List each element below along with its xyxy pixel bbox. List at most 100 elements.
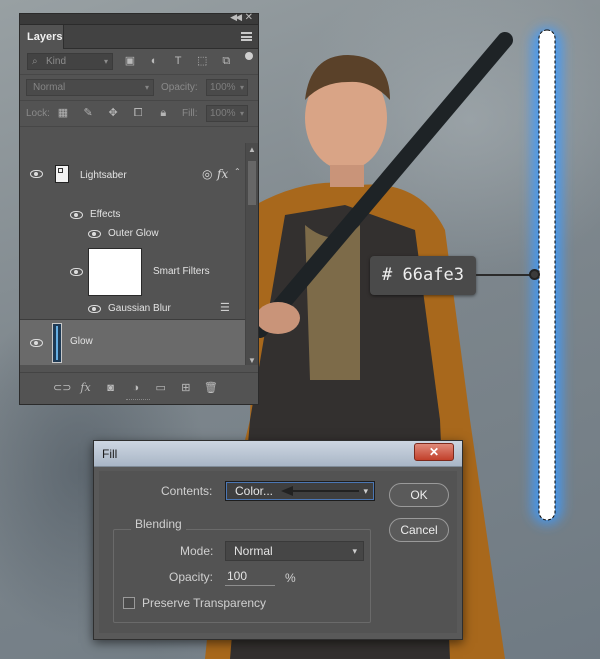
close-dialog-button[interactable]: ✕ bbox=[414, 443, 454, 461]
hand bbox=[256, 302, 300, 334]
shape-filter-icon[interactable]: ⬚ bbox=[195, 54, 209, 68]
layer-name: Glow bbox=[70, 336, 93, 347]
color-hex-callout: # 66afe3 bbox=[370, 256, 476, 295]
type-filter-icon[interactable]: T bbox=[171, 54, 185, 68]
blend-mode-select[interactable]: Normal ▾ bbox=[26, 79, 154, 96]
layer-opacity-field[interactable]: 100% ▾ bbox=[206, 79, 248, 96]
lock-transparent-icon[interactable]: ▦ bbox=[56, 106, 70, 120]
opacity-input[interactable]: 100 bbox=[225, 568, 275, 586]
layers-panel: ◀◀ ✕ Layers ⌕ Kind ▾ ▣ ◐ T ⬚ ⧉ Normal ▾ … bbox=[19, 12, 259, 405]
blade-core bbox=[538, 29, 556, 521]
dialog-title: Fill bbox=[102, 447, 118, 461]
mode-select[interactable]: Normal ▾ bbox=[225, 541, 364, 561]
link-layers-icon[interactable]: ⊂⊃ bbox=[53, 381, 71, 395]
preserve-transparency-label[interactable]: Preserve Transparency bbox=[142, 596, 266, 610]
effect-name: Outer Glow bbox=[108, 228, 159, 239]
contents-select[interactable]: Color... ▾ bbox=[225, 481, 375, 501]
smart-filters-label: Smart Filters bbox=[153, 266, 210, 277]
opacity-label: Opacity: bbox=[161, 82, 198, 93]
visibility-eye-icon[interactable] bbox=[70, 268, 83, 276]
glow-preview bbox=[56, 326, 58, 360]
panel-tab-row: Layers bbox=[20, 25, 258, 49]
chevron-down-icon: ▾ bbox=[144, 83, 149, 92]
smart-object-filter-icon[interactable]: ⧉ bbox=[219, 54, 233, 68]
neck bbox=[330, 165, 364, 187]
cancel-button[interactable]: Cancel bbox=[389, 518, 449, 542]
visibility-eye-icon[interactable] bbox=[30, 170, 43, 178]
new-adjustment-icon[interactable]: ◑ bbox=[128, 381, 143, 395]
mode-value: Normal bbox=[234, 544, 273, 558]
resize-grip[interactable] bbox=[126, 399, 150, 402]
pointer-arrow-icon bbox=[281, 486, 359, 496]
close-panel-icon[interactable]: ✕ bbox=[245, 12, 253, 23]
filter-row: ⌕ Kind ▾ ▣ ◐ T ⬚ ⧉ bbox=[20, 49, 258, 75]
lock-label: Lock: bbox=[26, 108, 50, 119]
layer-fill-field[interactable]: 100% ▾ bbox=[206, 105, 248, 122]
search-icon: ⌕ bbox=[32, 56, 38, 67]
layer-scrollbar[interactable]: ▲ ▼ bbox=[245, 143, 258, 365]
lock-artboard-icon[interactable]: ⧠ bbox=[131, 106, 145, 120]
dialog-titlebar[interactable]: Fill ✕ bbox=[94, 441, 462, 467]
smart-object-badge-icon bbox=[58, 168, 63, 173]
layer-fill-value: 100% bbox=[210, 108, 236, 119]
visibility-eye-icon[interactable] bbox=[88, 305, 101, 313]
lock-all-icon[interactable]: 🔒︎ bbox=[156, 106, 170, 120]
layer-opacity-value: 100% bbox=[210, 82, 236, 93]
add-mask-icon[interactable]: ◙ bbox=[103, 381, 118, 395]
visibility-eye-icon[interactable] bbox=[30, 339, 43, 347]
layer-row-lightsaber[interactable]: Lightsaber ◎ fx ⌃ bbox=[20, 143, 246, 206]
blend-mode-value: Normal bbox=[33, 82, 66, 93]
new-layer-icon[interactable]: ⊞ bbox=[178, 381, 193, 395]
layer-row-effects[interactable]: Effects bbox=[20, 206, 246, 225]
preserve-transparency-checkbox[interactable] bbox=[123, 597, 135, 609]
mode-label: Mode: bbox=[180, 544, 214, 558]
chevron-down-icon: ▾ bbox=[103, 57, 108, 66]
panel-menu-icon[interactable] bbox=[241, 32, 252, 41]
lock-icons: ▦ ✎ ✥ ⧠ 🔒︎ bbox=[56, 106, 178, 120]
contents-value: Color... bbox=[235, 484, 274, 498]
smart-filter-icon[interactable]: ◎ bbox=[202, 167, 212, 181]
panel-title-strip: ◀◀ ✕ bbox=[20, 12, 258, 25]
lock-row: Lock: ▦ ✎ ✥ ⧠ 🔒︎ Fill: 100% ▾ bbox=[20, 101, 258, 127]
dialog-body: Contents: Color... ▾ Blending Mode: Norm… bbox=[99, 471, 457, 633]
pixel-filter-icon[interactable]: ▣ bbox=[123, 54, 137, 68]
callout-leader-line bbox=[476, 274, 532, 276]
layer-list: Lightsaber ◎ fx ⌃ Effects Outer Glow Sma… bbox=[20, 143, 246, 365]
visibility-eye-icon[interactable] bbox=[88, 230, 101, 238]
scroll-up-icon[interactable]: ▲ bbox=[248, 145, 256, 154]
adjustment-filter-icon[interactable]: ◐ bbox=[147, 54, 161, 68]
expand-effects-icon[interactable]: ⌃ bbox=[234, 167, 241, 176]
fill-label: Fill: bbox=[182, 108, 198, 119]
layer-thumbnail bbox=[52, 323, 62, 363]
effects-label: Effects bbox=[90, 209, 121, 220]
kind-filter-value: Kind bbox=[46, 56, 67, 67]
fx-icon[interactable]: fx bbox=[217, 167, 228, 181]
contents-label: Contents: bbox=[161, 484, 213, 498]
filter-blending-options-icon[interactable]: ☰ bbox=[220, 301, 230, 314]
visibility-eye-icon[interactable] bbox=[70, 211, 83, 219]
opacity-label: Opacity: bbox=[169, 570, 214, 584]
filter-name: Gaussian Blur bbox=[108, 303, 171, 314]
ok-button[interactable]: OK bbox=[389, 483, 449, 507]
callout-anchor-dot bbox=[529, 269, 540, 280]
collapse-panel-icon[interactable]: ◀◀ bbox=[230, 12, 242, 23]
chevron-down-icon: ▾ bbox=[239, 109, 244, 118]
layer-row-glow[interactable]: Glow bbox=[20, 319, 246, 365]
filter-mask-thumbnail[interactable] bbox=[88, 248, 142, 296]
kind-filter-select[interactable]: ⌕ Kind ▾ bbox=[27, 53, 113, 70]
layer-row-gaussian-blur[interactable]: Gaussian Blur ☰ bbox=[20, 300, 246, 319]
add-style-icon[interactable]: fx bbox=[78, 381, 93, 395]
lock-image-icon[interactable]: ✎ bbox=[81, 106, 95, 120]
delete-layer-icon[interactable]: 🗑︎ bbox=[203, 381, 218, 395]
filter-toggle-icon[interactable] bbox=[245, 52, 253, 60]
tab-layers[interactable]: Layers bbox=[20, 25, 64, 49]
new-group-icon[interactable]: ▭ bbox=[153, 381, 168, 395]
layer-row-outer-glow[interactable]: Outer Glow bbox=[20, 225, 246, 244]
layer-name: Lightsaber bbox=[80, 170, 127, 181]
layer-row-smart-filters[interactable]: Smart Filters bbox=[20, 244, 246, 300]
fill-dialog: Fill ✕ Contents: Color... ▾ Blending Mod… bbox=[93, 440, 463, 640]
scroll-thumb[interactable] bbox=[248, 161, 256, 205]
scroll-down-icon[interactable]: ▼ bbox=[248, 356, 256, 365]
layer-action-buttons: ⊂⊃ fx ◙ ◑ ▭ ⊞ 🗑︎ bbox=[53, 381, 225, 395]
lock-position-icon[interactable]: ✥ bbox=[106, 106, 120, 120]
